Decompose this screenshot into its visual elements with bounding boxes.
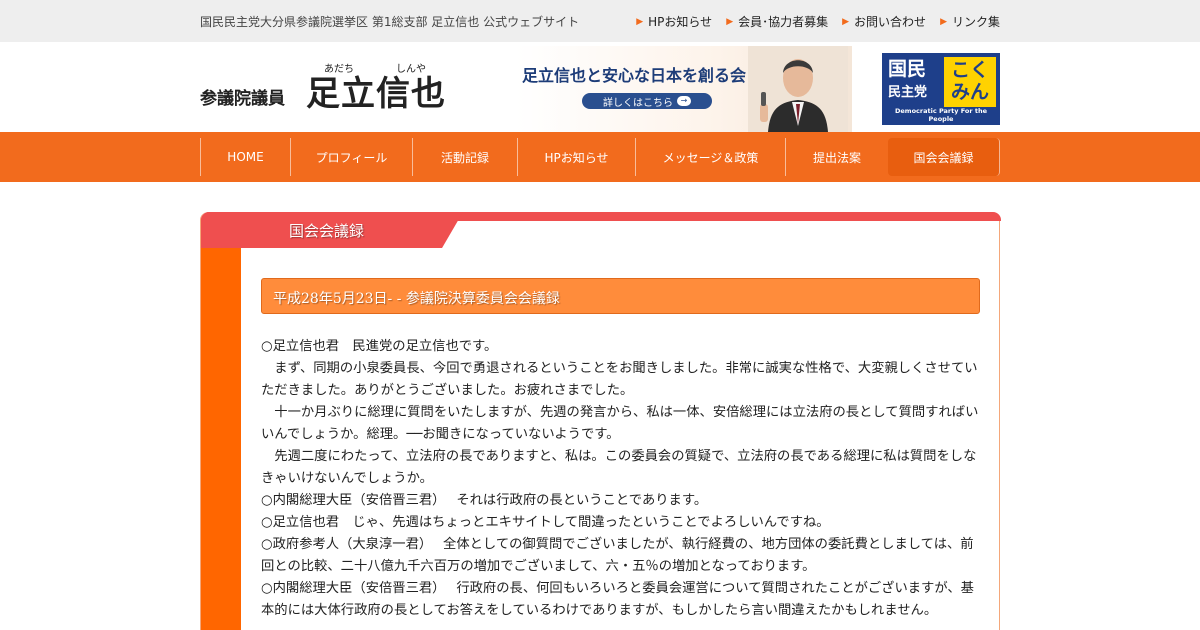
top-links: ▶ HPお知らせ ▶ 会員･協力者募集 ▶ お問い合わせ ▶ リンク集 [636, 13, 1000, 30]
name-ruby: あだち しんや [324, 64, 426, 75]
politician-photo [748, 46, 848, 132]
politician-name: 足立信也 [306, 74, 446, 114]
paragraph: ○内閣総理大臣（安倍晋三君） それは行政府の長ということであります。 [261, 493, 708, 508]
paragraph: ○足立信也君 民進党の足立信也です。 [261, 339, 498, 354]
paragraph: ○内閣総理大臣（安倍晋三君） 行政府の長、何回もいろいろと委員会運営について質問… [261, 581, 974, 618]
top-bar: 国民民主党大分県参議院選挙区 第1総支部 足立信也 公式ウェブサイト ▶ HPお知… [0, 0, 1200, 42]
side-accent-bar [201, 248, 241, 630]
site-header: 参議院議員 あだち しんや 足立信也 足立信也と安心な日本を創る会 詳しくはこち… [0, 42, 1200, 132]
site-name[interactable]: あだち しんや 足立信也 [306, 60, 456, 113]
main-content: 国会会議録 平成28年5月23日- - 参議院決算委員会会議録 ○足立信也君 民… [200, 212, 1001, 630]
entry-title: 平成28年5月23日- - 参議院決算委員会会議録 [273, 291, 560, 307]
paragraph: ○政府参考人（大泉淳一君） 全体としての御質問でございましたが、執行経費の、地方… [261, 537, 974, 574]
minutes-text: ○足立信也君 民進党の足立信也です。 まず、同期の小泉委員長、今回で勇退されると… [261, 336, 982, 622]
arrow-right-icon: ▶ [940, 16, 947, 27]
entry-title-bar: 平成28年5月23日- - 参議院決算委員会会議録 [261, 278, 980, 314]
section-heading: 国会会議録 [289, 222, 365, 240]
paragraph: ○足立信也君 じゃ、先週はちょっとエキサイトして間違ったということでよろしいんで… [261, 515, 830, 530]
kokumin-mark: こく みん [944, 57, 996, 107]
paragraph: まず、同期の小泉委員長、今回で勇退されるということをお聞きしました。非常に誠実な… [261, 361, 978, 398]
nav-item-news[interactable]: HPお知らせ [517, 138, 635, 176]
top-link-contact[interactable]: ▶ お問い合わせ [842, 13, 926, 30]
banner-title: 足立信也と安心な日本を創る会 [522, 66, 747, 85]
section-heading-tab: 国会会議録 [201, 212, 463, 248]
nav-item-activities[interactable]: 活動記録 [412, 138, 517, 176]
arrow-right-icon: ▶ [842, 16, 850, 27]
title-prefix: 参議院議員 [200, 89, 285, 109]
nav-item-profile[interactable]: プロフィール [290, 138, 412, 176]
party-tagline: Democratic Party For the People [895, 107, 987, 123]
nav-item-bills[interactable]: 提出法案 [785, 138, 888, 176]
party-logo[interactable]: 国民 民主党 こく みん Democratic Party For the Pe… [882, 53, 1000, 125]
nav-item-home[interactable]: HOME [200, 138, 290, 176]
site-description: 国民民主党大分県参議院選挙区 第1総支部 足立信也 公式ウェブサイト [200, 15, 580, 29]
nav-item-diet-records[interactable]: 国会会議録 [888, 138, 1000, 176]
arrow-right-icon: ▶ [636, 16, 644, 27]
paragraph: 先週二度にわたって、立法府の長でありますと、私は。この委員会の質疑で、立法府の長… [261, 449, 977, 486]
details-button[interactable]: 詳しくはこちら → [582, 93, 712, 109]
arrow-right-icon: ▶ [726, 16, 734, 27]
arrow-right-icon: → [677, 96, 691, 106]
top-link-links[interactable]: ▶ リンク集 [940, 13, 1000, 30]
supporters-banner[interactable]: 足立信也と安心な日本を創る会 詳しくはこちら → [516, 46, 852, 132]
top-link-members[interactable]: ▶ 会員･協力者募集 [726, 13, 828, 30]
nav-item-policy[interactable]: メッセージ＆政策 [635, 138, 785, 176]
main-nav: HOME プロフィール 活動記録 HPお知らせ メッセージ＆政策 提出法案 国会… [0, 132, 1200, 182]
paragraph: 十一か月ぶりに総理に質問をいたしますが、先週の発言から、私は一体、安倍総理には立… [261, 405, 979, 442]
top-link-news[interactable]: ▶ HPお知らせ [636, 13, 712, 30]
